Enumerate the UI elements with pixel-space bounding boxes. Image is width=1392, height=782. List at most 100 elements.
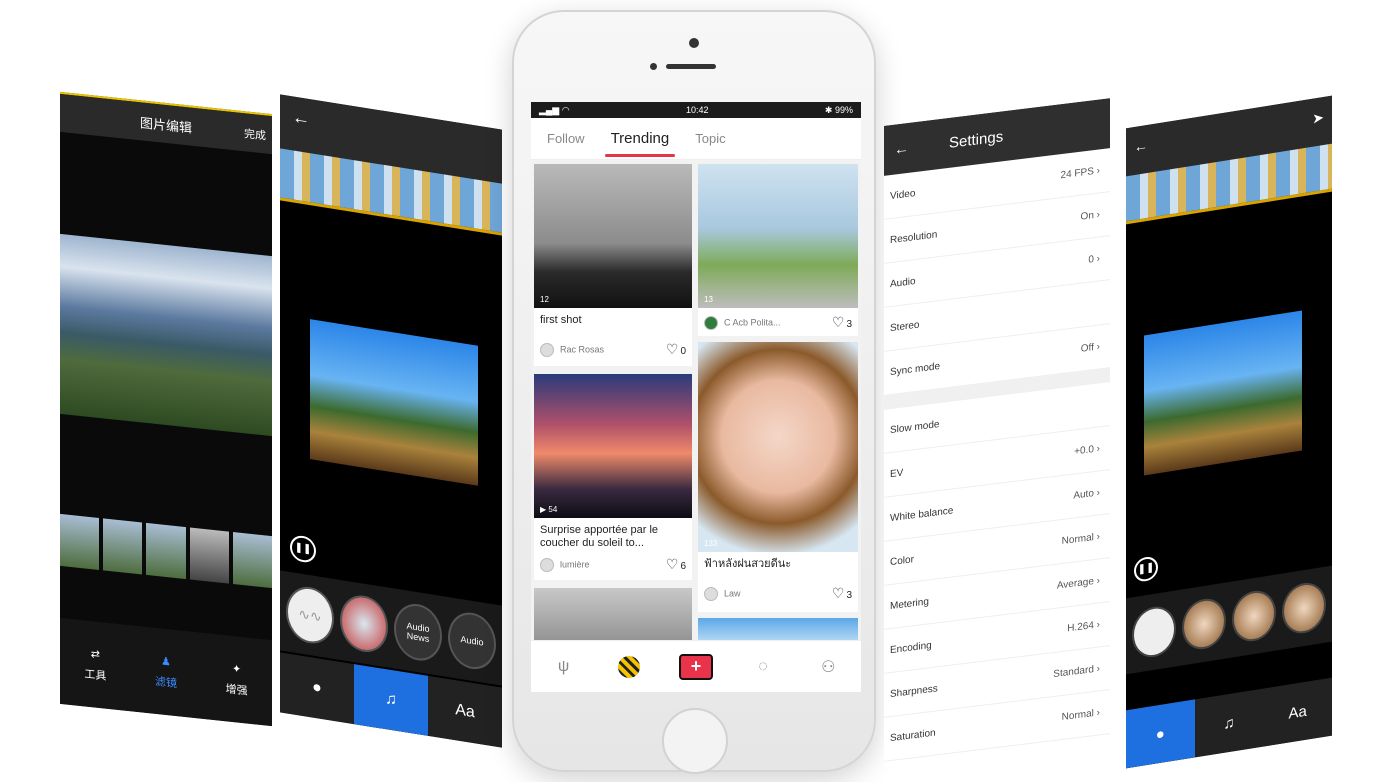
post-card[interactable]: 133 ฟ้าหลังฝนสวยดีนะ Law ♡ 3 [698, 342, 858, 612]
back-arrow-icon[interactable]: ← [894, 139, 909, 158]
like-count: 3 [846, 590, 852, 601]
utensils-icon: ψ [557, 657, 570, 675]
settings-screen: ← Settings Video 24 FPS › Resolution On › … [884, 98, 1110, 766]
post-title: ฟ้าหลังฝนสวยดีนะ [704, 558, 792, 570]
nav-tools[interactable]: ⇄ 工具 [84, 646, 106, 683]
ball-icon [617, 655, 640, 678]
settings-title: Settings [949, 127, 1004, 152]
send-icon[interactable]: ➤ [1312, 109, 1324, 135]
heart-icon[interactable]: ♡ [666, 341, 679, 357]
tab-effects[interactable]: ● [280, 652, 354, 724]
nav-messages[interactable]: ◌ [748, 652, 778, 682]
post-title: Surprise apportée par le coucher du sole… [540, 524, 659, 549]
post-card[interactable] [534, 588, 692, 648]
nav-home[interactable]: ψ [549, 652, 579, 682]
nav-enhance[interactable]: ✦ 增强 [226, 661, 248, 698]
pause-button[interactable]: ❚❚ [290, 534, 316, 565]
video-preview [310, 319, 478, 486]
filter-item[interactable] [1232, 587, 1276, 645]
tab-trending[interactable]: Trending [604, 124, 675, 157]
video-preview [1144, 310, 1302, 476]
create-post-button[interactable]: + [678, 653, 713, 680]
status-bar: ▂▄▆ ◠ 10:42 ✱ 99% [531, 102, 861, 118]
speaker [666, 64, 716, 69]
view-count: 12 [540, 295, 549, 304]
done-button[interactable]: 完成 [244, 125, 266, 143]
like-count: 6 [680, 561, 686, 572]
signal-icon: ▂▄▆ ◠ [539, 104, 570, 115]
nav-discover[interactable] [614, 652, 644, 682]
editor-title: 图片编辑 [139, 114, 192, 136]
phone-screen: ▂▄▆ ◠ 10:42 ✱ 99% Follow Trending Topic … [531, 102, 861, 692]
bluetooth-icon: ✱ [824, 104, 835, 115]
waveform-track[interactable]: ∿∿ [286, 583, 334, 647]
like-count: 0 [680, 346, 686, 357]
phone-device: ▂▄▆ ◠ 10:42 ✱ 99% Follow Trending Topic … [512, 10, 876, 774]
plus-icon: + [690, 656, 702, 676]
filter-item[interactable] [1182, 595, 1226, 653]
image-editor-screen: 图片编辑 完成 ⇄ 工具 ♟ 滤镜 ✦ 增强 [60, 91, 272, 727]
post-meta: C Acb Polita... ♡ 3 [698, 308, 858, 336]
filter-thumb[interactable] [146, 522, 186, 580]
filter-icon: ♟ [161, 654, 171, 669]
post-user[interactable]: C Acb Polita... [724, 317, 781, 327]
tab-music[interactable]: ♫ [1195, 689, 1264, 758]
heart-icon[interactable]: ♡ [832, 585, 845, 601]
heart-icon[interactable]: ♡ [666, 556, 679, 572]
chat-icon: ◌ [758, 657, 768, 675]
user-icon: ⚇ [821, 658, 836, 676]
music-track[interactable] [340, 591, 388, 656]
status-time: 10:42 [685, 105, 709, 115]
back-arrow-icon[interactable]: ← [292, 106, 310, 129]
filter-none[interactable] [1132, 603, 1176, 661]
video-editor-screen-alt: ← ➤ ❚❚ ● ♫ Aa [1126, 95, 1332, 769]
drop-icon: ● [312, 678, 322, 698]
post-meta: Law ♡ 3 [698, 571, 858, 608]
avatar[interactable] [540, 557, 554, 572]
filter-thumb[interactable] [232, 532, 272, 589]
nav-filter[interactable]: ♟ 滤镜 [155, 653, 177, 690]
avatar[interactable] [704, 586, 718, 601]
post-meta: Rac Rosas ♡ 0 [534, 327, 692, 364]
back-arrow-icon[interactable]: ← [1134, 137, 1148, 163]
sensor [650, 63, 657, 70]
post-user[interactable]: Rac Rosas [560, 344, 604, 354]
filter-thumb[interactable] [189, 527, 229, 584]
tab-topic[interactable]: Topic [693, 125, 727, 152]
feed-tabs: Follow Trending Topic [531, 118, 861, 160]
filter-thumb[interactable] [103, 518, 143, 575]
tab-text[interactable]: Aa [1263, 678, 1332, 747]
tab-effects[interactable]: ● [1126, 699, 1195, 769]
post-user[interactable]: lumière [560, 559, 590, 569]
filter-thumb[interactable] [60, 513, 100, 570]
nav-profile[interactable]: ⚇ [813, 652, 843, 682]
post-card[interactable]: 12 first shot Rac Rosas ♡ 0 [534, 164, 692, 366]
view-count: 133 [704, 539, 718, 548]
post-meta: lumière ♡ 6 [534, 550, 692, 579]
pause-button[interactable]: ❚❚ [1134, 555, 1158, 584]
tab-follow[interactable]: Follow [545, 125, 587, 152]
filter-list [1126, 565, 1332, 675]
heart-icon[interactable]: ♡ [832, 314, 845, 330]
battery-level: 99% [834, 104, 853, 115]
filter-item[interactable] [1282, 579, 1326, 637]
avatar[interactable] [540, 342, 554, 357]
magic-wand-icon: ✦ [232, 662, 242, 676]
sliders-icon: ⇄ [90, 647, 100, 661]
post-card[interactable]: ▶ 54 Surprise apportée par le coucher du… [534, 374, 692, 580]
tab-text[interactable]: Aa [428, 676, 502, 748]
post-title: first shot [540, 314, 582, 326]
post-card[interactable]: 13 C Acb Polita... ♡ 3 [698, 164, 858, 336]
music-track[interactable]: Audio News [394, 600, 442, 665]
home-button[interactable] [662, 708, 728, 774]
filter-thumbnails [60, 513, 272, 589]
tab-music[interactable]: ♫ [354, 664, 428, 736]
post-user[interactable]: Law [724, 588, 741, 598]
app-showcase: 图片编辑 完成 ⇄ 工具 ♟ 滤镜 ✦ 增强 ← ❚❚ ∿∿ Audio News A… [0, 0, 1392, 782]
music-track[interactable]: Audio [448, 609, 496, 673]
view-count: 54 [548, 505, 558, 514]
trending-feed: 12 first shot Rac Rosas ♡ 0 13 C Acb Poli… [531, 160, 861, 648]
post-thumbnail: 13 [698, 164, 858, 308]
avatar[interactable] [704, 315, 718, 330]
editor-header: 图片编辑 完成 [60, 93, 272, 155]
